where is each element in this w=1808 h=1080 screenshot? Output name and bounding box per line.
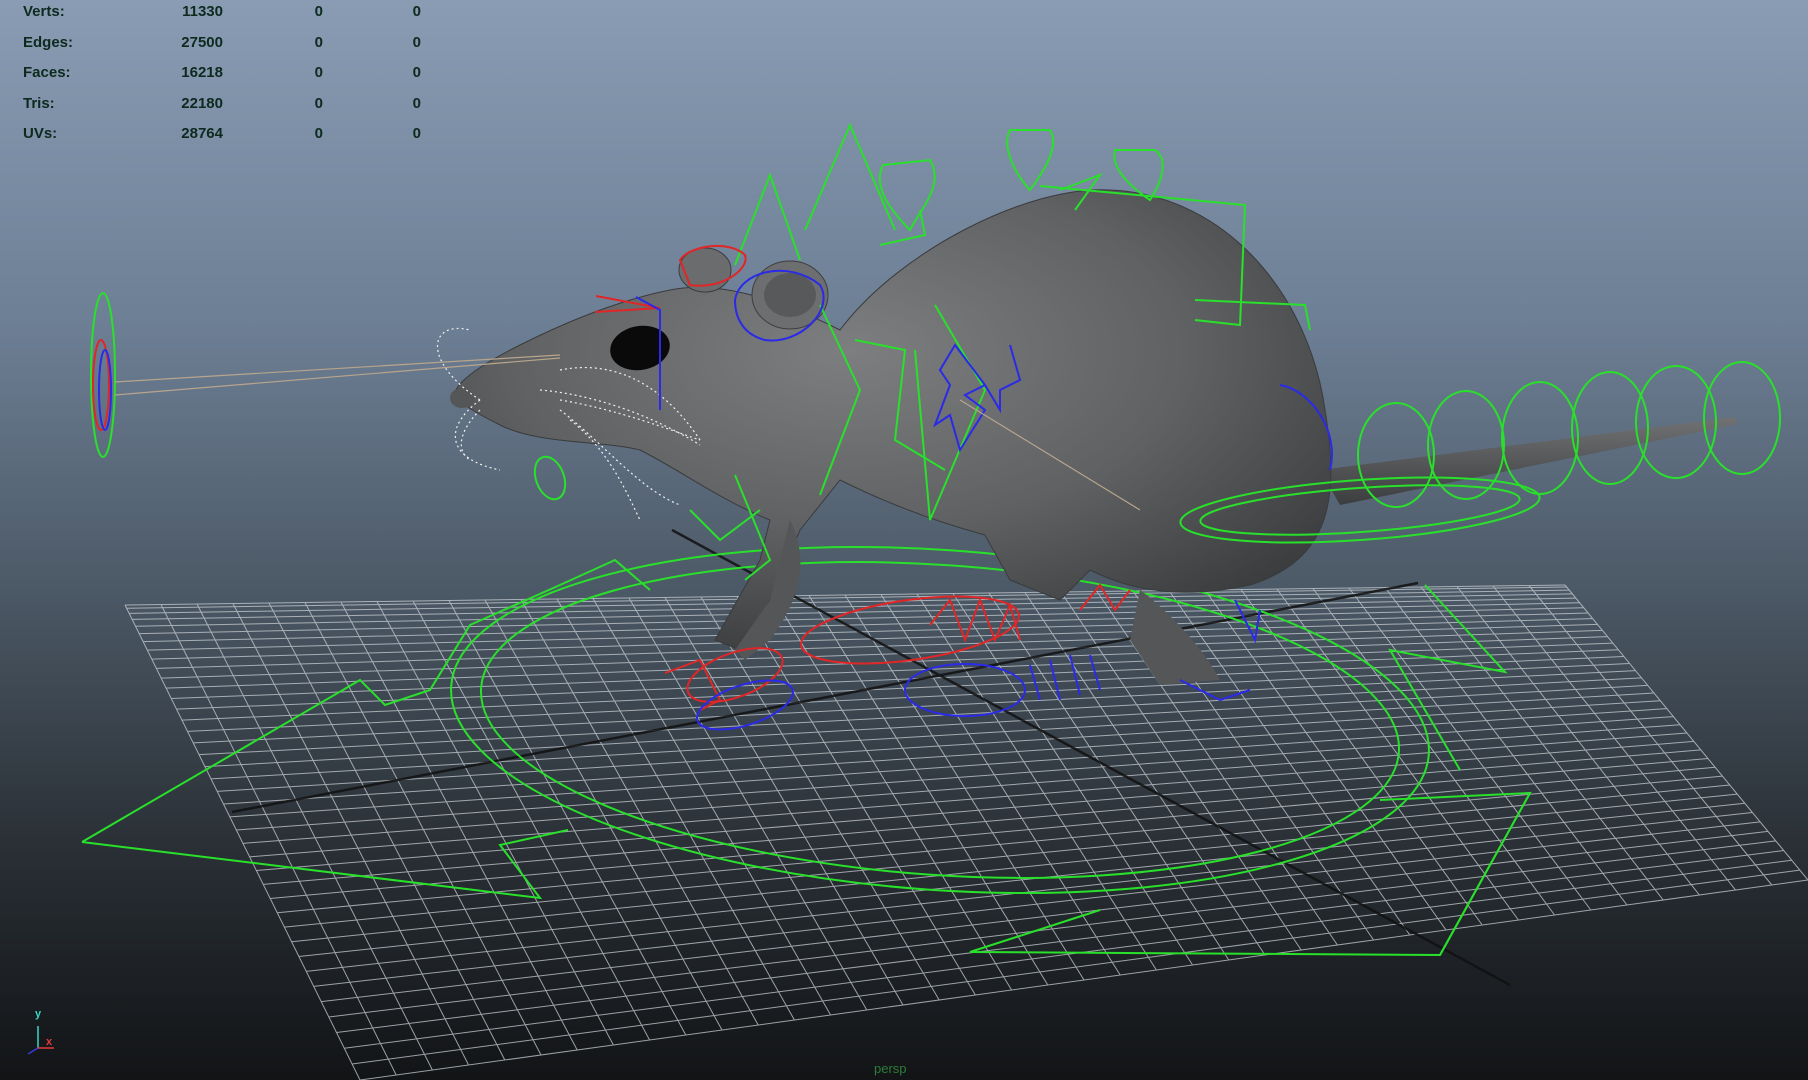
axis-gizmo: y x <box>12 1008 62 1060</box>
hud-v3: 0 <box>412 3 421 20</box>
hud-v1: 22180 <box>181 94 223 112</box>
hud-v1: 16218 <box>181 64 223 81</box>
grid-line <box>344 859 1792 1049</box>
hud-v3: 0 <box>412 125 421 142</box>
hud-v2: 0 <box>314 125 323 142</box>
hud-v2: 0 <box>314 64 323 81</box>
hud-v3: 0 <box>412 64 421 81</box>
hud-v2: 0 <box>314 33 323 51</box>
hud-v3: 0 <box>412 33 421 51</box>
grid-line <box>520 599 759 1026</box>
hud-label: UVs: <box>23 125 58 142</box>
grid-line <box>1312 588 1556 916</box>
grid-line <box>628 597 868 1011</box>
hud-v1: 28764 <box>181 125 223 142</box>
hud-v1: 11330 <box>182 3 223 20</box>
grid-line <box>196 603 433 1071</box>
grid-line <box>808 595 1049 986</box>
hud-label: Verts: <box>23 3 65 20</box>
grid-line <box>268 602 506 1061</box>
grid-line <box>1456 586 1700 896</box>
grid-line <box>556 598 795 1021</box>
grid-line <box>412 600 651 1041</box>
hud-v1: 27500 <box>181 33 223 51</box>
hud-v2: 0 <box>314 3 323 20</box>
axis-y-label: y <box>35 1008 42 1020</box>
camera-name-label: persp <box>874 1061 907 1076</box>
axis-x-label: x <box>46 1036 53 1048</box>
hud-label: Faces: <box>23 64 71 81</box>
hud-v3: 0 <box>412 94 421 112</box>
grid-line <box>1384 587 1628 906</box>
hud-label: Tris: <box>23 94 55 112</box>
hud-v2: 0 <box>314 94 323 112</box>
grid-line <box>700 596 940 1001</box>
grid-line <box>1492 585 1736 891</box>
grid-line <box>448 600 687 1036</box>
ground-grid <box>124 584 1808 1080</box>
grid-line <box>664 597 904 1006</box>
grid-line <box>1204 589 1447 931</box>
grid-line <box>160 604 397 1076</box>
hud-label: Edges: <box>23 33 74 51</box>
maya-perspective-viewport[interactable]: Verts: 11330 0 0 Edges: 27500 0 0 Faces: 16218 0 0 T… <box>0 0 1808 1080</box>
grid-line <box>1528 585 1773 886</box>
grid-line <box>124 604 361 1080</box>
grid-line <box>1348 587 1592 911</box>
grid-line <box>376 601 614 1046</box>
scene-canvas[interactable] <box>0 0 1808 1080</box>
grid-line <box>232 603 470 1066</box>
grid-line <box>359 879 1808 1080</box>
grid-line <box>1564 584 1808 881</box>
grid-line <box>1240 589 1483 926</box>
grid-line <box>304 602 542 1056</box>
grid-line <box>1168 590 1411 936</box>
grid-line <box>340 601 578 1051</box>
grid-line <box>1420 586 1664 901</box>
